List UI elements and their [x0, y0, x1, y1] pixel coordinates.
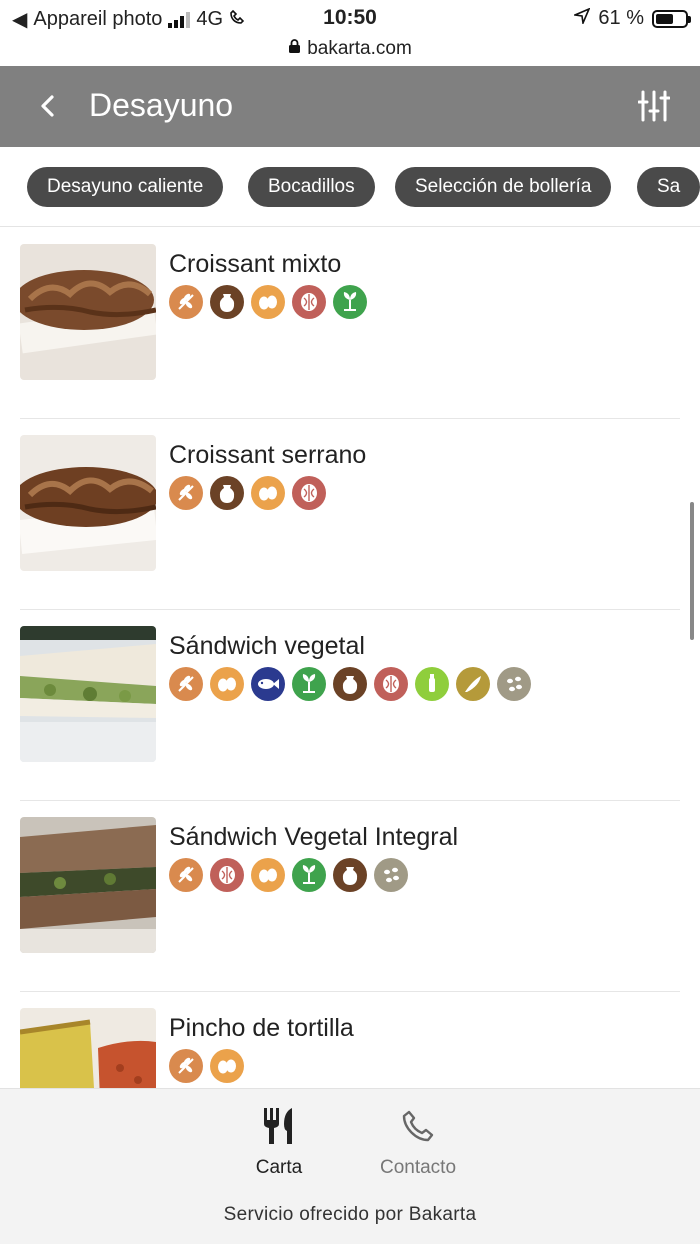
chip-bocadillos[interactable]: Bocadillos — [248, 167, 375, 207]
product-image-sandwich-integral — [20, 817, 156, 953]
nav-carta[interactable]: Carta — [219, 1105, 339, 1179]
product-image-croissant — [20, 244, 156, 380]
list-item[interactable]: Pincho de tortilla — [0, 992, 700, 1088]
lock-icon — [288, 38, 301, 60]
fish-allergen-icon — [251, 667, 285, 701]
filter-button[interactable] — [634, 86, 674, 126]
product-name: Sándwich Vegetal Integral — [169, 823, 459, 851]
nuts-allergen-icon — [210, 858, 244, 892]
list-item[interactable]: Sándwich vegetal — [0, 610, 700, 801]
milk-allergen-icon — [333, 667, 367, 701]
battery-percent: 61 % — [598, 7, 644, 29]
milk-allergen-icon — [210, 476, 244, 510]
product-image-croissant — [20, 435, 156, 571]
product-image-tortilla — [20, 1008, 156, 1088]
gluten-allergen-icon — [169, 667, 203, 701]
eggs-allergen-icon — [251, 285, 285, 319]
chip-desayuno-caliente[interactable]: Desayuno caliente — [27, 167, 224, 207]
sesame-oil-allergen-icon — [456, 667, 490, 701]
product-name: Pincho de tortilla — [169, 1014, 354, 1042]
nav-carta-label: Carta — [255, 1157, 303, 1178]
gluten-allergen-icon — [169, 476, 203, 510]
product-list: Croissant mixto Croissant serrano Sándwi… — [0, 228, 700, 1088]
product-name: Sándwich vegetal — [169, 632, 365, 660]
chevron-left-icon — [41, 95, 54, 117]
eggs-allergen-icon — [210, 1049, 244, 1083]
celery-allergen-icon — [333, 285, 367, 319]
nuts-allergen-icon — [292, 476, 326, 510]
bottom-nav: Carta Contacto Servicio ofrecido por Bak… — [0, 1088, 700, 1244]
allergen-list — [169, 285, 367, 319]
soy-allergen-icon — [497, 667, 531, 701]
product-image-sandwich — [20, 626, 156, 762]
status-bar: ◀ Appareil photo 4G 10:50 61 % — [0, 0, 700, 36]
milk-allergen-icon — [333, 858, 367, 892]
fork-knife-icon — [219, 1105, 339, 1147]
nav-contacto[interactable]: Contacto — [358, 1105, 478, 1179]
gluten-allergen-icon — [169, 285, 203, 319]
status-right: 61 % — [572, 7, 691, 30]
chip-seleccion-bolleria[interactable]: Selección de bollería — [395, 167, 612, 207]
nav-contacto-label: Contacto — [379, 1157, 457, 1178]
app-header: Desayuno — [0, 66, 700, 147]
gluten-allergen-icon — [169, 858, 203, 892]
nuts-allergen-icon — [374, 667, 408, 701]
footer-credit: Servicio ofrecido por Bakarta — [223, 1204, 477, 1225]
celery-allergen-icon — [292, 858, 326, 892]
scrollbar[interactable] — [690, 502, 694, 640]
chip-next-category[interactable]: Sa — [637, 167, 700, 207]
allergen-list — [169, 1049, 244, 1083]
allergen-list — [169, 476, 326, 510]
page-title: Desayuno — [89, 87, 234, 123]
category-chips: Desayuno caliente Bocadillos Selección d… — [0, 147, 700, 227]
location-arrow-icon — [572, 7, 591, 30]
list-item[interactable]: Croissant serrano — [0, 419, 700, 610]
list-item[interactable]: Croissant mixto — [0, 228, 700, 419]
gluten-allergen-icon — [169, 1049, 203, 1083]
url-bar[interactable]: bakarta.com — [0, 34, 700, 64]
mustard-allergen-icon — [415, 667, 449, 701]
eggs-allergen-icon — [251, 476, 285, 510]
list-item[interactable]: Sándwich Vegetal Integral — [0, 801, 700, 992]
back-button[interactable] — [28, 86, 68, 126]
eggs-allergen-icon — [251, 858, 285, 892]
soy-allergen-icon — [374, 858, 408, 892]
eggs-allergen-icon — [210, 667, 244, 701]
allergen-list — [169, 858, 408, 892]
url-text: bakarta.com — [307, 38, 412, 59]
allergen-list — [169, 667, 531, 701]
nuts-allergen-icon — [292, 285, 326, 319]
celery-allergen-icon — [292, 667, 326, 701]
product-name: Croissant serrano — [169, 441, 367, 469]
battery-icon — [652, 9, 691, 28]
milk-allergen-icon — [210, 285, 244, 319]
sliders-icon — [638, 90, 670, 122]
phone-icon — [358, 1105, 478, 1147]
product-name: Croissant mixto — [169, 250, 342, 278]
